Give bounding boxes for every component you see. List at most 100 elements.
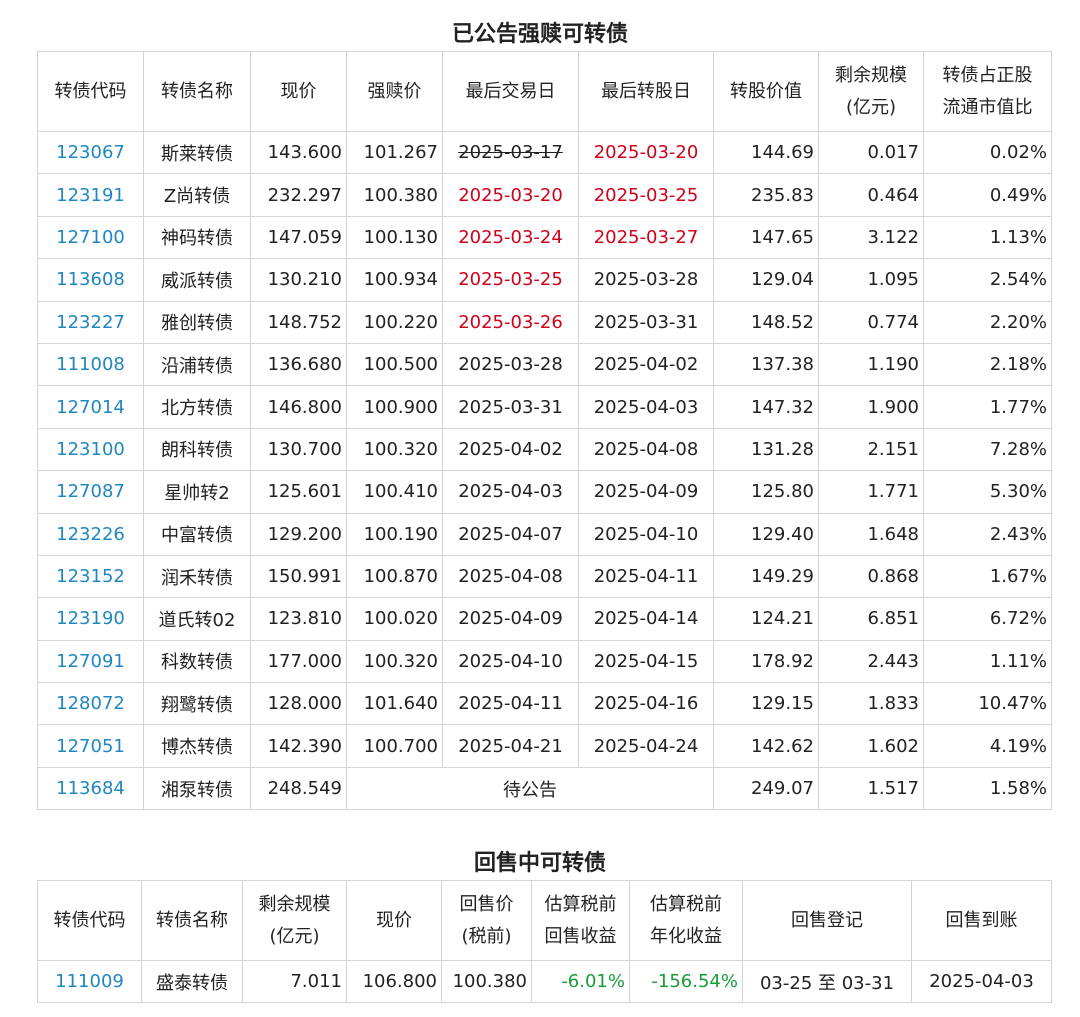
- redeem-price: 100.020: [346, 597, 443, 641]
- table-row: 123227 雅创转债 148.752 100.220 2025-03-26 2025-0…: [37, 300, 1052, 344]
- redeem-price: 100.700: [346, 724, 443, 768]
- last-trade-date: 2025-04-11: [442, 682, 579, 726]
- bond-code-link[interactable]: 111009: [37, 960, 142, 1003]
- last-trade-date: 2025-03-25: [442, 258, 579, 302]
- last-conversion-date: 2025-04-08: [578, 427, 714, 472]
- table1-title: 已公告强赎可转债: [451, 22, 628, 47]
- putback-price: 100.380: [441, 960, 532, 1003]
- column-header: 最后转股日: [578, 51, 714, 132]
- conversion-value: 129.15: [713, 682, 819, 726]
- table2-header: 转债代码 转债名称 剩余规模 (亿元) 现价 回售价 (税前) 估算税前 回售收益 估算税前 年化收…: [37, 880, 1052, 961]
- conversion-value: 131.28: [713, 427, 819, 472]
- last-conversion-date: 2025-04-24: [578, 724, 714, 768]
- last-conversion-date: 2025-03-20: [578, 130, 714, 175]
- bond-code-link[interactable]: 123190: [37, 597, 144, 641]
- last-trade-date: 2025-03-31: [442, 385, 579, 429]
- current-price: 142.390: [250, 724, 347, 768]
- bond-code-link[interactable]: 111008: [37, 342, 144, 387]
- last-conversion-date: 2025-04-10: [578, 512, 714, 556]
- remaining-size: 0.017: [818, 130, 924, 175]
- redeem-price: 100.500: [346, 342, 443, 387]
- last-conversion-date: 2025-04-03: [578, 385, 714, 429]
- current-price: 177.000: [250, 639, 347, 684]
- bond-code-link[interactable]: 123226: [37, 512, 144, 556]
- bond-code-link[interactable]: 128072: [37, 682, 144, 726]
- last-trade-date: 2025-03-20: [442, 173, 579, 217]
- table-row: 123226 中富转债 129.200 100.190 2025-04-07 2025-0…: [37, 512, 1052, 556]
- bond-code-link[interactable]: 127091: [37, 639, 144, 684]
- market-cap-ratio: 7.28%: [923, 427, 1052, 472]
- market-cap-ratio: 1.11%: [923, 639, 1052, 684]
- bond-code-link[interactable]: 123152: [37, 554, 144, 599]
- remaining-size: 2.443: [818, 639, 924, 684]
- bond-code-link[interactable]: 127051: [37, 724, 144, 768]
- bond-code-link[interactable]: 123067: [37, 130, 144, 175]
- redeem-price: 100.380: [346, 173, 443, 217]
- market-cap-ratio: 0.02%: [923, 130, 1052, 175]
- table1-header: 转债代码 转债名称 现价 强赎价 最后交易日 最后转股日 转股价值 剩余规模 (亿元) 转债占正股…: [37, 51, 1052, 132]
- market-cap-ratio: 2.54%: [923, 258, 1052, 302]
- bond-code-link[interactable]: 123227: [37, 300, 144, 344]
- conversion-value: 144.69: [713, 130, 819, 175]
- remaining-size: 1.095: [818, 258, 924, 302]
- column-header: 现价: [346, 880, 442, 961]
- redeem-price: 100.320: [346, 639, 443, 684]
- conversion-value: 235.83: [713, 173, 819, 217]
- bond-name: 湘泵转债: [143, 766, 251, 811]
- last-trade-date: 2025-04-21: [442, 724, 579, 768]
- table-row: 127014 北方转债 146.800 100.900 2025-03-31 2025-0…: [37, 385, 1052, 429]
- bond-code-link[interactable]: 123100: [37, 427, 144, 472]
- conversion-value: 142.62: [713, 724, 819, 768]
- table-row: 113684 湘泵转债 248.549 待公告 249.07 1.517 1.58%: [37, 766, 1052, 811]
- table-row: 127087 星帅转2 125.601 100.410 2025-04-03 2025-0…: [37, 470, 1052, 514]
- current-price: 128.000: [250, 682, 347, 726]
- conversion-value: 129.40: [713, 512, 819, 556]
- last-trade-date: 2025-03-28: [442, 342, 579, 387]
- last-trade-date: 2025-04-07: [442, 512, 579, 556]
- bond-code-link[interactable]: 123191: [37, 173, 144, 217]
- table-row: 127051 博杰转债 142.390 100.700 2025-04-21 2025-0…: [37, 724, 1052, 768]
- redeem-price: 100.410: [346, 470, 443, 514]
- table1-body: 123067 斯莱转债 143.600 101.267 2025-03-17 2025-0…: [37, 130, 1052, 811]
- redeem-price: 101.640: [346, 682, 443, 726]
- column-header: 现价: [250, 51, 347, 132]
- putback-registration: 03-25 至 03-31: [742, 960, 912, 1003]
- bond-code-link[interactable]: 113684: [37, 766, 144, 811]
- table-row: 113608 威派转债 130.210 100.934 2025-03-25 2025-0…: [37, 258, 1052, 302]
- last-trade-date: 2025-04-02: [442, 427, 579, 472]
- table-row: 128072 翔鹭转债 128.000 101.640 2025-04-11 2025-0…: [37, 682, 1052, 726]
- bond-name: 中富转债: [143, 512, 251, 556]
- current-price: 123.810: [250, 597, 347, 641]
- table-row: 123067 斯莱转债 143.600 101.267 2025-03-17 2025-0…: [37, 130, 1052, 175]
- conversion-value: 124.21: [713, 597, 819, 641]
- current-price: 143.600: [250, 130, 347, 175]
- bond-code-link[interactable]: 113608: [37, 258, 144, 302]
- bond-code-link[interactable]: 127087: [37, 470, 144, 514]
- bond-name: 沿浦转债: [143, 342, 251, 387]
- bond-name: 科数转债: [143, 639, 251, 684]
- column-header: 最后交易日: [442, 51, 579, 132]
- bond-name: 北方转债: [143, 385, 251, 429]
- column-header: 强赎价: [346, 51, 443, 132]
- remaining-size: 1.900: [818, 385, 924, 429]
- bond-code-link[interactable]: 127100: [37, 215, 144, 260]
- column-header: 回售登记: [742, 880, 912, 961]
- bond-name: 博杰转债: [143, 724, 251, 768]
- market-cap-ratio: 1.77%: [923, 385, 1052, 429]
- last-trade-date: 2025-04-10: [442, 639, 579, 684]
- current-price: 130.210: [250, 258, 347, 302]
- last-conversion-date: 2025-03-25: [578, 173, 714, 217]
- current-price: 125.601: [250, 470, 347, 514]
- current-price: 148.752: [250, 300, 347, 344]
- column-header: 转债代码: [37, 51, 144, 132]
- column-header: 转债占正股 流通市值比: [923, 51, 1052, 132]
- last-conversion-date: 2025-04-16: [578, 682, 714, 726]
- market-cap-ratio: 1.13%: [923, 215, 1052, 260]
- conversion-value: 125.80: [713, 470, 819, 514]
- bond-name: 翔鹭转债: [143, 682, 251, 726]
- current-price: 106.800: [346, 960, 442, 1003]
- bond-code-link[interactable]: 127014: [37, 385, 144, 429]
- remaining-size: 0.774: [818, 300, 924, 344]
- redeem-price: 100.190: [346, 512, 443, 556]
- remaining-size: 1.517: [818, 766, 924, 811]
